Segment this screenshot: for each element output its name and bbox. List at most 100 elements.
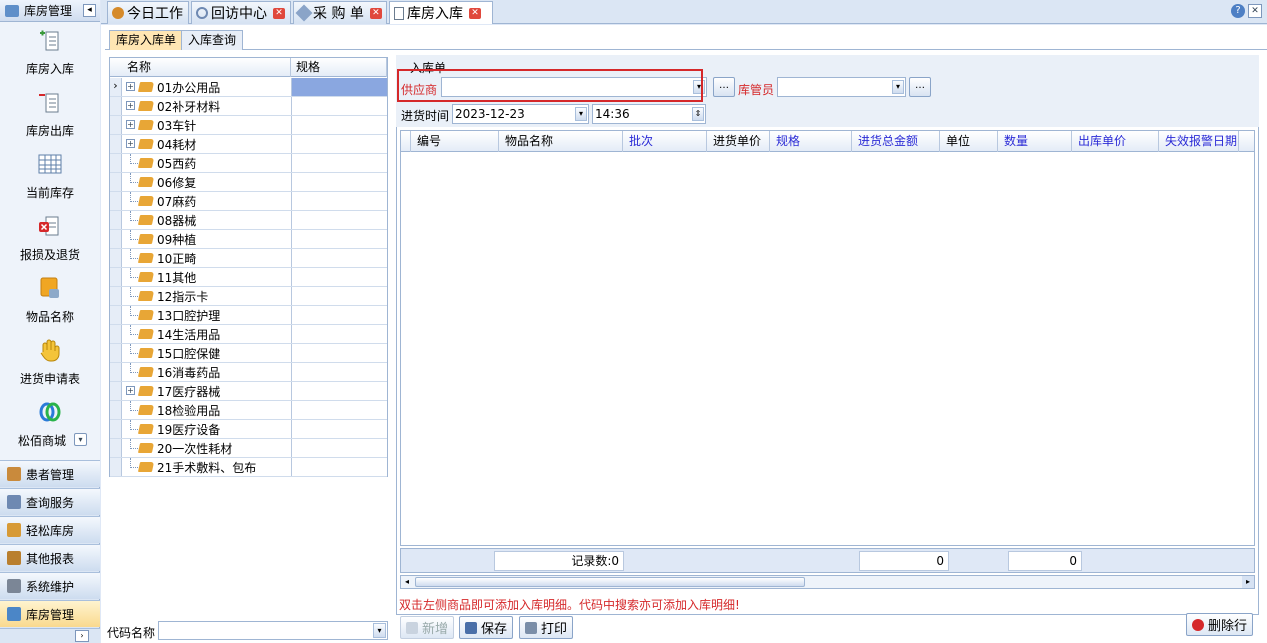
close-window-icon[interactable]: ✕ xyxy=(1248,4,1262,18)
nav-item-loss-return[interactable]: 报损及退货 xyxy=(0,208,100,270)
tree-row[interactable]: 06修复 xyxy=(110,173,387,192)
save-button[interactable]: 保存 xyxy=(459,616,514,639)
nav-item-item-name[interactable]: 物品名称 xyxy=(0,270,100,332)
tree-row[interactable]: +04耗材 xyxy=(110,135,387,154)
subtab-stock-in-query[interactable]: 入库查询 xyxy=(181,30,244,50)
tab-purchase-order[interactable]: 采 购 单 ✕ xyxy=(293,1,387,24)
nav-item-inventory[interactable]: 当前库存 xyxy=(0,146,100,208)
expand-groups-icon[interactable]: › xyxy=(75,630,89,642)
time-spinner[interactable]: 14:36 ⇕ xyxy=(592,104,706,124)
row-selector[interactable] xyxy=(110,363,122,381)
chevron-down-icon[interactable]: ▾ xyxy=(575,107,587,121)
chevron-down-icon[interactable]: ▾ xyxy=(373,623,386,638)
tab-today-work[interactable]: 今日工作 xyxy=(107,1,189,24)
add-button[interactable]: 新增 xyxy=(400,616,455,639)
grid-column-header[interactable]: 数量 xyxy=(998,131,1072,152)
grid-column-header[interactable]: 物品名称 xyxy=(499,131,623,152)
subtab-stock-in-form[interactable]: 库房入库单 xyxy=(109,30,184,50)
row-selector[interactable] xyxy=(110,439,122,457)
nav-group-query[interactable]: 查询服务 xyxy=(0,488,100,515)
tree-row[interactable]: 10正畸 xyxy=(110,249,387,268)
tree-row[interactable]: +03车针 xyxy=(110,116,387,135)
row-selector[interactable] xyxy=(110,192,122,210)
grid-column-header[interactable]: 批次 xyxy=(623,131,707,152)
tree-row[interactable]: 20一次性耗材 xyxy=(110,439,387,458)
tree-row[interactable]: 18检验用品 xyxy=(110,401,387,420)
expand-icon[interactable]: + xyxy=(126,139,135,148)
nav-item-stock-in[interactable]: 库房入库 xyxy=(0,22,100,84)
row-selector[interactable] xyxy=(110,249,122,267)
row-selector[interactable]: › xyxy=(110,78,122,96)
help-icon[interactable]: ? xyxy=(1231,4,1245,18)
keeper-browse-button[interactable]: … xyxy=(909,77,931,97)
nav-group-easy-warehouse[interactable]: 轻松库房 xyxy=(0,516,100,543)
nav-item-stock-out[interactable]: 库房出库 xyxy=(0,84,100,146)
grid-column-header[interactable]: 进货总金额 xyxy=(852,131,940,152)
tree-row[interactable]: 11其他 xyxy=(110,268,387,287)
nav-group-system[interactable]: 系统维护 xyxy=(0,572,100,599)
column-header-spec[interactable]: 规格 xyxy=(291,58,387,77)
tree-row[interactable]: 05西药 xyxy=(110,154,387,173)
delete-row-button[interactable]: 删除行 xyxy=(1186,613,1254,636)
chevron-down-icon[interactable]: ▾ xyxy=(892,80,904,94)
close-icon[interactable]: ✕ xyxy=(273,7,285,19)
row-selector[interactable] xyxy=(110,268,122,286)
tree-row[interactable]: 21手术敷料、包布 xyxy=(110,458,387,477)
collapse-nav-icon[interactable]: ◂ xyxy=(83,4,96,17)
row-selector[interactable] xyxy=(110,287,122,305)
supplier-browse-button[interactable]: … xyxy=(713,77,735,97)
scroll-left-icon[interactable]: ◂ xyxy=(401,576,413,588)
spinner-icon[interactable]: ⇕ xyxy=(692,107,704,121)
keeper-select[interactable]: ▾ xyxy=(777,77,906,97)
tree-row[interactable]: › +01办公用品 xyxy=(110,78,387,97)
row-selector[interactable] xyxy=(110,401,122,419)
nav-item-mall[interactable]: 松佰商城 ▾ xyxy=(0,394,100,456)
row-selector[interactable] xyxy=(110,382,122,400)
column-header-name[interactable]: 名称 xyxy=(122,58,291,77)
scroll-thumb[interactable] xyxy=(415,577,805,587)
tab-followup-center[interactable]: 回访中心 ✕ xyxy=(191,1,291,24)
grid-column-header[interactable]: 进货单价 xyxy=(707,131,770,152)
row-selector[interactable] xyxy=(110,458,122,476)
row-selector[interactable] xyxy=(110,97,122,115)
tree-row[interactable]: 19医疗设备 xyxy=(110,420,387,439)
tree-row[interactable]: 14生活用品 xyxy=(110,325,387,344)
row-selector[interactable] xyxy=(110,135,122,153)
nav-group-reports[interactable]: 其他报表 xyxy=(0,544,100,571)
expand-icon[interactable]: + xyxy=(126,101,135,110)
grid-column-header[interactable]: 出库单价 xyxy=(1072,131,1159,152)
nav-group-warehouse[interactable]: 库房管理 xyxy=(0,600,100,627)
close-icon[interactable]: ✕ xyxy=(469,7,481,19)
grid-column-header[interactable]: 单位 xyxy=(940,131,998,152)
tree-row[interactable]: 09种植 xyxy=(110,230,387,249)
expand-icon[interactable]: + xyxy=(126,82,135,91)
row-selector[interactable] xyxy=(110,211,122,229)
row-selector[interactable] xyxy=(110,173,122,191)
row-selector[interactable] xyxy=(110,325,122,343)
tree-row[interactable]: 15口腔保健 xyxy=(110,344,387,363)
tree-row[interactable]: 13口腔护理 xyxy=(110,306,387,325)
grid-column-header[interactable]: 规格 xyxy=(770,131,852,152)
horizontal-scrollbar[interactable]: ◂ ▸ xyxy=(400,575,1255,589)
nav-item-purchase-request[interactable]: 进货申请表 xyxy=(0,332,100,394)
tree-row[interactable]: 12指示卡 xyxy=(110,287,387,306)
row-selector[interactable] xyxy=(110,116,122,134)
tab-stock-in[interactable]: 库房入库 ✕ xyxy=(389,1,493,24)
date-picker[interactable]: 2023-12-23 ▾ xyxy=(452,104,589,124)
scroll-down-icon[interactable]: ▾ xyxy=(74,433,87,446)
grid-column-header[interactable]: 编号 xyxy=(411,131,499,152)
grid-column-header[interactable]: 失效报警日期 xyxy=(1159,131,1239,152)
code-name-input[interactable]: ▾ xyxy=(158,621,388,640)
scroll-right-icon[interactable]: ▸ xyxy=(1242,576,1254,588)
row-selector[interactable] xyxy=(110,420,122,438)
tree-row[interactable]: 16消毒药品 xyxy=(110,363,387,382)
tree-row[interactable]: +02补牙材料 xyxy=(110,97,387,116)
row-selector[interactable] xyxy=(110,306,122,324)
row-selector[interactable] xyxy=(110,230,122,248)
nav-group-patient[interactable]: 患者管理 xyxy=(0,460,100,487)
tree-row[interactable]: +17医疗器械 xyxy=(110,382,387,401)
row-selector[interactable] xyxy=(110,154,122,172)
close-icon[interactable]: ✕ xyxy=(369,7,382,19)
print-button[interactable]: 打印 xyxy=(519,616,574,639)
tree-row[interactable]: 07麻药 xyxy=(110,192,387,211)
